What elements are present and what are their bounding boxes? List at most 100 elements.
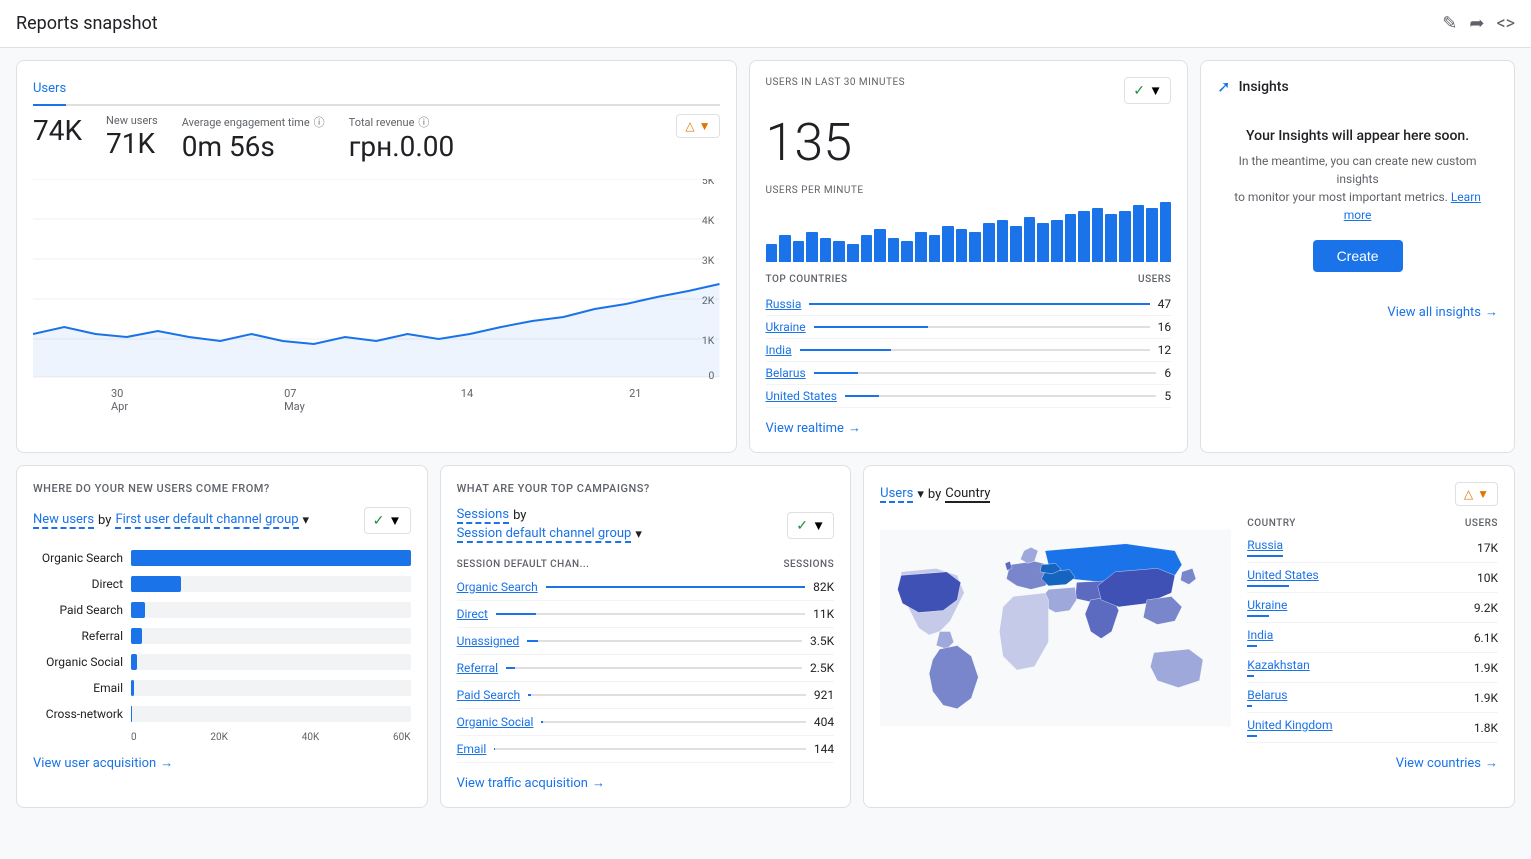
warning-button[interactable]: △ ▼ bbox=[676, 114, 719, 138]
share-icon[interactable]: ➦ bbox=[1469, 13, 1484, 34]
acquisition-dropdown-arrow[interactable]: ▾ bbox=[303, 513, 310, 528]
hbar-paid-search: Paid Search bbox=[33, 602, 411, 618]
chart-svg: 5K 4K 3K 2K 1K 0 bbox=[33, 179, 720, 379]
geo-table-header: COUNTRY USERS bbox=[1247, 518, 1498, 529]
view-campaigns-link[interactable]: View traffic acquisition → bbox=[457, 775, 835, 791]
geo-bar-russia bbox=[1247, 555, 1283, 557]
geo-count-ukraine: 9.2K bbox=[1474, 601, 1498, 615]
insights-learn-more-link[interactable]: Learn more bbox=[1344, 190, 1481, 222]
geo-country-kazakhstan[interactable]: Kazakhstan bbox=[1247, 658, 1310, 672]
code-icon[interactable]: <> bbox=[1496, 13, 1515, 34]
hbar-track-organic bbox=[131, 550, 411, 566]
hbar-fill-organic bbox=[131, 550, 411, 566]
campaigns-selector[interactable]: Sessions by Session default channel grou… bbox=[457, 507, 642, 543]
view-all-insights-link[interactable]: View all insights → bbox=[1217, 304, 1498, 320]
geo-country-uk[interactable]: United Kingdom bbox=[1247, 718, 1332, 732]
edit-icon[interactable]: ✎ bbox=[1442, 13, 1457, 34]
geo-country-ukraine[interactable]: Ukraine bbox=[1247, 598, 1287, 612]
campaigns-metric-selector[interactable]: Sessions bbox=[457, 507, 510, 524]
hbar-label-referral: Referral bbox=[33, 629, 123, 643]
acquisition-metric-selector[interactable]: New users bbox=[33, 512, 94, 529]
geo-country-us[interactable]: United States bbox=[1247, 568, 1318, 582]
geo-belarus-cell: Belarus bbox=[1247, 688, 1287, 707]
geo-metric-selector[interactable]: Users bbox=[880, 486, 913, 503]
geo-bar-india bbox=[1247, 645, 1256, 647]
users-value: 74K bbox=[33, 114, 82, 147]
session-name-organic-social[interactable]: Organic Social bbox=[457, 715, 534, 729]
revenue-value: грн.0.00 bbox=[349, 130, 455, 163]
session-name-organic[interactable]: Organic Search bbox=[457, 580, 538, 594]
acquisition-check-button[interactable]: ✓ ▼ bbox=[364, 507, 411, 534]
session-bar-direct bbox=[496, 613, 536, 615]
session-count-referral: 2.5K bbox=[810, 661, 834, 675]
view-countries-link[interactable]: View countries → bbox=[1247, 755, 1498, 771]
belarus-bar-wrap bbox=[814, 372, 1157, 374]
geo-country-russia[interactable]: Russia bbox=[1247, 538, 1283, 552]
check-icon: ✓ bbox=[1133, 82, 1145, 99]
geo-bar-us bbox=[1247, 585, 1289, 587]
world-map-svg bbox=[880, 518, 1231, 738]
campaigns-selector-row: Sessions by Session default channel grou… bbox=[457, 507, 835, 543]
geo-row-belarus: Belarus 1.9K bbox=[1247, 683, 1498, 713]
session-name-unassigned[interactable]: Unassigned bbox=[457, 634, 520, 648]
avg-info-icon[interactable]: ⓘ bbox=[314, 114, 325, 130]
view-realtime-link[interactable]: View realtime → bbox=[766, 420, 1172, 436]
insights-body-title: Your Insights will appear here soon. bbox=[1225, 128, 1490, 144]
campaigns-check-button[interactable]: ✓ ▼ bbox=[787, 512, 834, 539]
insights-create-button[interactable]: Create bbox=[1313, 240, 1403, 272]
bar-5 bbox=[820, 238, 832, 262]
realtime-header: USERS IN LAST 30 MINUTES ✓ ▼ bbox=[766, 77, 1172, 104]
country-india[interactable]: India bbox=[766, 343, 792, 357]
hbar-track-paid bbox=[131, 602, 411, 618]
acquisition-selector[interactable]: New users by First user default channel … bbox=[33, 512, 309, 529]
geo-country-india[interactable]: India bbox=[1247, 628, 1273, 642]
geo-row-india: India 6.1K bbox=[1247, 623, 1498, 653]
bar-13 bbox=[929, 235, 941, 262]
geo-users-col-label: USERS bbox=[1465, 518, 1498, 529]
country-ukraine[interactable]: Ukraine bbox=[766, 320, 806, 334]
view-acquisition-link[interactable]: View user acquisition → bbox=[33, 755, 411, 771]
geo-country-belarus[interactable]: Belarus bbox=[1247, 688, 1287, 702]
view-acquisition-arrow: → bbox=[160, 755, 173, 771]
acquisition-group-selector[interactable]: First user default channel group bbox=[115, 512, 298, 529]
acquisition-selector-row: New users by First user default channel … bbox=[33, 507, 411, 534]
country-belarus[interactable]: Belarus bbox=[766, 366, 806, 380]
russia-bar-wrap bbox=[809, 303, 1149, 305]
metric-new-users: New users 71K bbox=[106, 114, 158, 160]
hbar-track-organic-social bbox=[131, 654, 411, 670]
bar-17 bbox=[983, 223, 995, 262]
geo-warning-button[interactable]: △ ▼ bbox=[1455, 482, 1498, 506]
us-count: 5 bbox=[1164, 389, 1171, 403]
session-name-referral[interactable]: Referral bbox=[457, 661, 499, 675]
hbar-direct: Direct bbox=[33, 576, 411, 592]
campaigns-group-selector[interactable]: Session default channel group bbox=[457, 526, 632, 543]
session-bar-direct-wrap bbox=[496, 613, 805, 615]
session-name-email[interactable]: Email bbox=[457, 742, 487, 756]
session-count-paid: 921 bbox=[814, 688, 834, 702]
geo-count-us: 10K bbox=[1477, 571, 1498, 585]
geo-selector[interactable]: Users ▾ by Country bbox=[880, 486, 990, 503]
geo-dimension-selector[interactable]: Country bbox=[945, 486, 990, 503]
hbar-label-organic-social: Organic Social bbox=[33, 655, 123, 669]
country-russia[interactable]: Russia bbox=[766, 297, 802, 311]
revenue-info-icon[interactable]: ⓘ bbox=[418, 114, 429, 130]
session-count-email: 144 bbox=[814, 742, 834, 756]
acquisition-section-title: WHERE DO YOUR NEW USERS COME FROM? bbox=[33, 482, 411, 495]
campaigns-dropdown-arrow[interactable]: ▾ bbox=[635, 527, 642, 542]
hbar-fill-paid bbox=[131, 602, 145, 618]
session-count-organic: 82K bbox=[813, 580, 834, 594]
bar-14 bbox=[942, 226, 954, 262]
session-name-direct[interactable]: Direct bbox=[457, 607, 488, 621]
realtime-check-button[interactable]: ✓ ▼ bbox=[1124, 77, 1171, 104]
country-us[interactable]: United States bbox=[766, 389, 837, 403]
session-name-paid[interactable]: Paid Search bbox=[457, 688, 521, 702]
main-content: Users 74K New users 71K Average engageme… bbox=[0, 48, 1531, 820]
bar-19 bbox=[1010, 226, 1022, 262]
campaigns-section-title: WHAT ARE YOUR TOP CAMPAIGNS? bbox=[457, 482, 835, 495]
hbar-track-cross bbox=[131, 706, 411, 722]
geo-dropdown-arrow[interactable]: ▾ bbox=[917, 487, 924, 502]
realtime-title: USERS IN LAST 30 MINUTES bbox=[766, 77, 906, 88]
bar-26 bbox=[1105, 214, 1117, 262]
tab-users[interactable]: Users bbox=[33, 77, 66, 106]
avg-engagement-value: 0m 56s bbox=[182, 130, 325, 163]
